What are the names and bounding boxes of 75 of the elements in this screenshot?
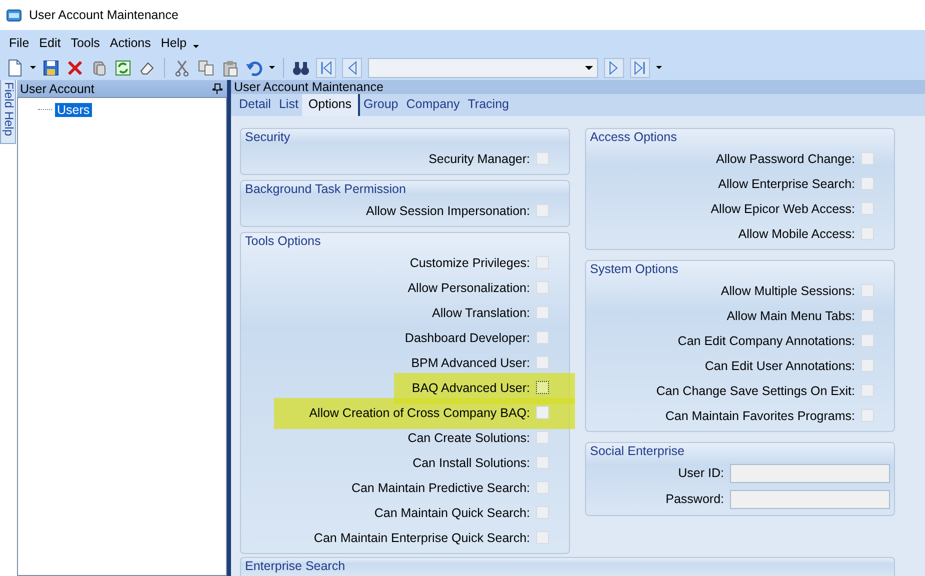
menu-item[interactable]: Edit: [34, 36, 66, 50]
checkbox-label: Can Maintain Predictive Search:: [351, 480, 531, 494]
overflow-caret-icon[interactable]: [192, 45, 199, 48]
last-record-icon: [634, 60, 646, 74]
tab[interactable]: List: [274, 94, 302, 116]
checkbox-label: Can Create Solutions:: [408, 430, 531, 444]
checkbox-label: Allow Enterprise Search:: [718, 176, 856, 190]
tree-item[interactable]: Users: [55, 102, 92, 116]
checkbox-label: Can Change Save Settings On Exit:: [656, 384, 856, 398]
checkbox-label: Can Edit Company Annotations:: [678, 334, 856, 348]
new-document-icon[interactable]: [6, 58, 24, 76]
dropdown-caret-icon: [585, 66, 593, 70]
menu-item[interactable]: Tools: [66, 36, 105, 50]
checkbox-label: Can Maintain Quick Search:: [374, 506, 531, 520]
paste-icon[interactable]: [221, 58, 239, 76]
checkbox-label: Allow Password Change:: [716, 152, 856, 166]
checkbox-label: Allow Multiple Sessions:: [720, 284, 856, 298]
checkbox-label: Dashboard Developer:: [404, 330, 531, 344]
group-title: Background Task Permission: [244, 181, 407, 198]
dropdown-caret-icon[interactable]: [30, 66, 36, 69]
tab[interactable]: Detail: [235, 94, 275, 116]
panel-title: User Account Maintenance: [234, 80, 384, 94]
previous-record-button[interactable]: [342, 58, 362, 78]
checkbox-label: Allow Mobile Access:: [738, 226, 856, 240]
checkbox-label: Customize Privileges:: [410, 256, 531, 270]
checkbox-label: Can Maintain Enterprise Quick Search:: [314, 530, 531, 544]
group-title: Enterprise Search: [244, 558, 346, 575]
next-record-icon: [608, 60, 620, 74]
group-title: Social Enterprise: [589, 443, 686, 460]
copy-icon[interactable]: [197, 58, 215, 76]
last-record-button[interactable]: [630, 58, 650, 78]
group-title: System Options: [589, 261, 680, 278]
menu-item[interactable]: Help: [156, 36, 192, 50]
input-field[interactable]: [730, 490, 890, 508]
checkbox-label: Can Maintain Favorites Programs:: [665, 408, 856, 422]
input-field[interactable]: [730, 464, 890, 482]
menu-item[interactable]: File: [4, 36, 34, 50]
tab[interactable]: Group: [360, 94, 402, 116]
checkbox-label: Allow Main Menu Tabs:: [726, 308, 856, 322]
overflow-caret-icon[interactable]: [656, 66, 662, 69]
overflow-caret-icon[interactable]: [269, 66, 275, 69]
first-record-button[interactable]: [316, 58, 336, 78]
field-label: User ID:: [678, 466, 725, 480]
group-title: Security: [244, 129, 292, 146]
first-record-icon: [320, 60, 332, 74]
window-title: User Account Maintenance: [29, 8, 178, 22]
menu-item[interactable]: Actions: [104, 36, 156, 50]
tab[interactable]: Options: [302, 94, 360, 116]
checkbox-label: Allow Translation:: [432, 306, 531, 320]
group-title: Tools Options: [244, 233, 322, 250]
checkbox-label: Allow Creation of Cross Company BAQ:: [309, 406, 531, 420]
checkbox-label: BPM Advanced User:: [411, 356, 531, 370]
panel-title: User Account: [20, 82, 94, 96]
checkbox-label: Security Manager:: [428, 152, 531, 166]
checkbox-label: BAQ Advanced User:: [412, 380, 531, 394]
cut-icon[interactable]: [173, 58, 191, 76]
delete-icon[interactable]: [66, 58, 84, 76]
refresh-icon[interactable]: [114, 58, 132, 76]
checkbox-label: Allow Session Impersonation:: [366, 204, 531, 218]
undo-icon[interactable]: [245, 58, 263, 76]
checkbox[interactable]: [536, 381, 549, 394]
field-label: Password:: [666, 492, 725, 506]
save-icon[interactable]: [42, 58, 60, 76]
group-title: Access Options: [589, 129, 678, 146]
record-combo[interactable]: [368, 58, 598, 78]
tab[interactable]: Tracing: [464, 94, 513, 116]
checkbox-label: Can Install Solutions:: [412, 456, 531, 470]
previous-record-icon: [346, 60, 358, 74]
app-icon: [6, 8, 22, 22]
checkbox-label: Allow Epicor Web Access:: [710, 202, 856, 216]
tab[interactable]: Company: [402, 94, 464, 116]
next-record-button[interactable]: [604, 58, 624, 78]
checkbox-label: Allow Personalization:: [408, 280, 531, 294]
checkbox-label: Can Edit User Annotations:: [704, 358, 856, 372]
pin-icon[interactable]: [212, 82, 223, 94]
